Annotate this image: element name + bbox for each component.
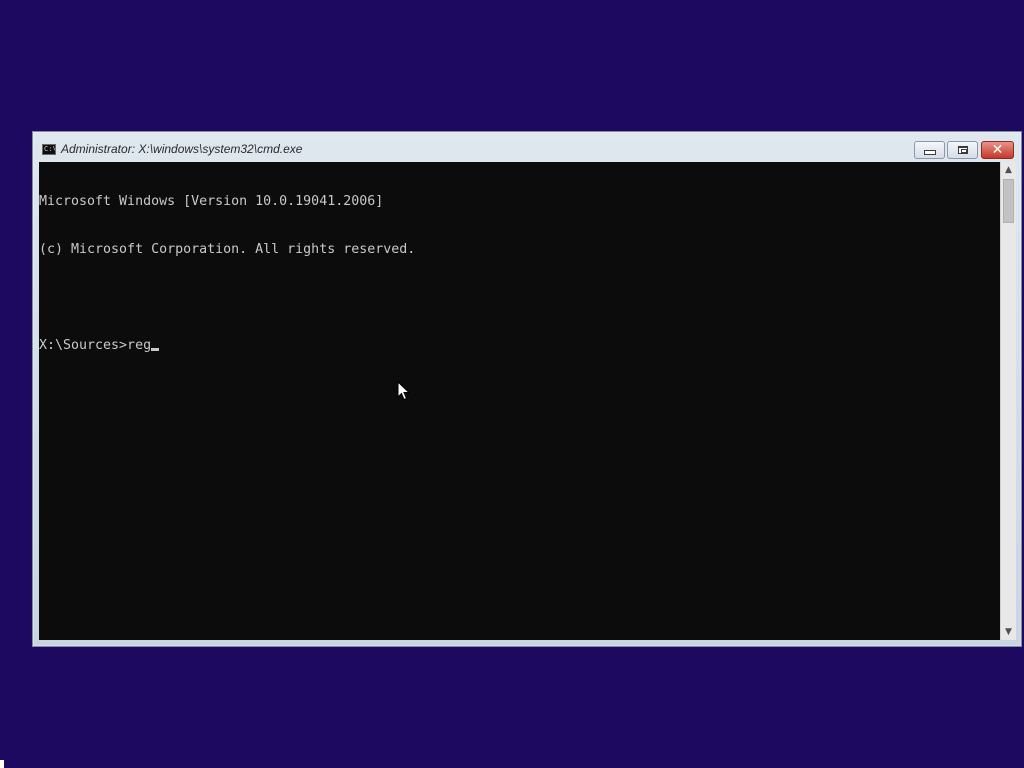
vertical-scrollbar[interactable]: ▲ ▼ (1000, 162, 1016, 640)
scroll-down-arrow-icon[interactable]: ▼ (1001, 624, 1016, 640)
text-cursor (151, 348, 160, 351)
close-icon: ✕ (991, 142, 1004, 158)
maximize-icon (957, 146, 968, 154)
desktop-background: C:\ Administrator: X:\windows\system32\c… (0, 0, 1024, 768)
console-output-area[interactable]: Microsoft Windows [Version 10.0.19041.20… (39, 162, 1000, 640)
scroll-thumb[interactable] (1003, 179, 1014, 223)
command-prompt-line[interactable]: X:\Sources>reg (39, 338, 1000, 354)
scroll-up-arrow-icon[interactable]: ▲ (1001, 162, 1016, 178)
console-line: (c) Microsoft Corporation. All rights re… (39, 242, 416, 257)
mouse-pointer-icon (397, 381, 411, 401)
minimize-button[interactable] (914, 141, 945, 159)
corner-marker (0, 760, 4, 768)
maximize-button[interactable] (947, 141, 978, 159)
console-line: Microsoft Windows [Version 10.0.19041.20… (39, 194, 384, 209)
title-bar[interactable]: C:\ Administrator: X:\windows\system32\c… (33, 132, 1021, 162)
console-icon: C:\ (42, 144, 56, 155)
window-title: Administrator: X:\windows\system32\cmd.e… (61, 142, 303, 156)
command-prompt-window[interactable]: C:\ Administrator: X:\windows\system32\c… (32, 131, 1022, 647)
minimize-icon (923, 150, 936, 155)
console-text: Microsoft Windows [Version 10.0.19041.20… (39, 162, 1000, 386)
close-button[interactable]: ✕ (981, 141, 1014, 159)
prompt-text: X:\Sources>reg (39, 338, 152, 353)
